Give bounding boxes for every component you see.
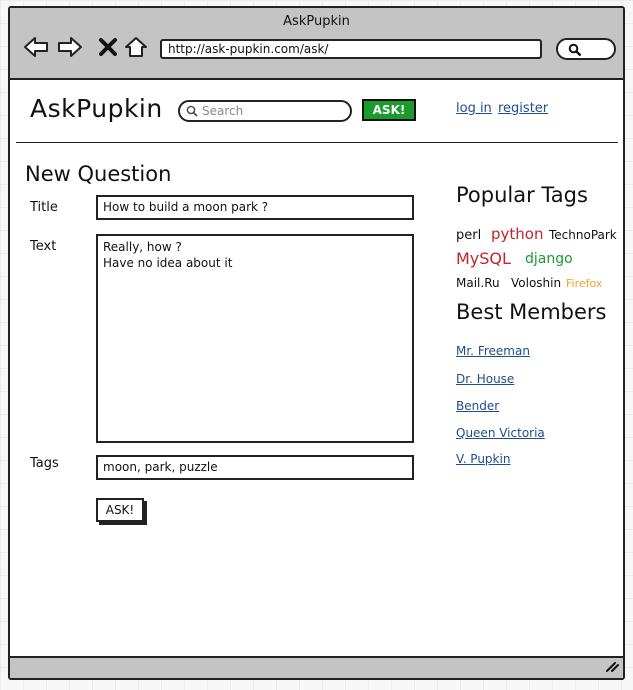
title-label: Title (30, 200, 58, 215)
tag-voloshin[interactable]: Voloshin (511, 276, 561, 290)
url-bar[interactable]: http://ask-pupkin.com/ask/ (160, 39, 542, 59)
tag-mailru[interactable]: Mail.Ru (456, 276, 500, 290)
home-icon[interactable] (122, 34, 150, 60)
tags-label: Tags (30, 456, 59, 471)
tag-python[interactable]: python (491, 225, 543, 243)
header-ask-button[interactable]: ASK! (362, 99, 416, 121)
forward-arrow-icon[interactable] (56, 34, 84, 60)
login-link[interactable]: log in (456, 101, 492, 116)
tag-mysql[interactable]: MySQL (456, 249, 511, 268)
search-input[interactable] (198, 104, 342, 118)
title-input[interactable]: How to build a moon park ? (96, 195, 414, 220)
member-link[interactable]: Queen Victoria (456, 426, 545, 440)
tag-firefox[interactable]: Firefox (566, 277, 602, 290)
header-divider (16, 142, 618, 143)
popular-tags-heading: Popular Tags (456, 183, 588, 207)
page-title: New Question (25, 162, 172, 186)
browser-titlebar: AskPupkin http://ask-pupkin.com/ask/ (10, 8, 623, 80)
text-label: Text (30, 239, 57, 254)
member-link[interactable]: Dr. House (456, 372, 514, 386)
search-icon (568, 42, 582, 61)
window-title: AskPupkin (283, 14, 350, 29)
browser-window: AskPupkin http://ask-pupkin.com/ask/ Ask… (8, 6, 625, 680)
tag-technopark[interactable]: TechnoPark (549, 228, 617, 242)
best-members-heading: Best Members (456, 300, 607, 324)
ask-submit-button[interactable]: ASK! (96, 498, 144, 522)
site-search-box[interactable] (178, 100, 352, 122)
member-link[interactable]: Bender (456, 399, 499, 413)
browser-search-box[interactable] (556, 38, 616, 60)
stop-x-icon[interactable] (94, 34, 122, 60)
member-link[interactable]: V. Pupkin (456, 452, 510, 466)
page-content: AskPupkin ASK! log in register New Quest… (10, 80, 623, 656)
resize-grip-icon[interactable] (603, 657, 619, 676)
tag-perl[interactable]: perl (456, 228, 481, 243)
register-link[interactable]: register (498, 101, 548, 116)
tags-input[interactable]: moon, park, puzzle (96, 455, 414, 480)
browser-statusbar (10, 656, 623, 678)
text-textarea[interactable]: Really, how ? Have no idea about it (96, 234, 414, 443)
tag-django[interactable]: django (525, 251, 573, 267)
back-arrow-icon[interactable] (22, 34, 50, 60)
search-icon (186, 102, 198, 121)
site-logo[interactable]: AskPupkin (30, 94, 163, 123)
member-link[interactable]: Mr. Freeman (456, 344, 530, 358)
